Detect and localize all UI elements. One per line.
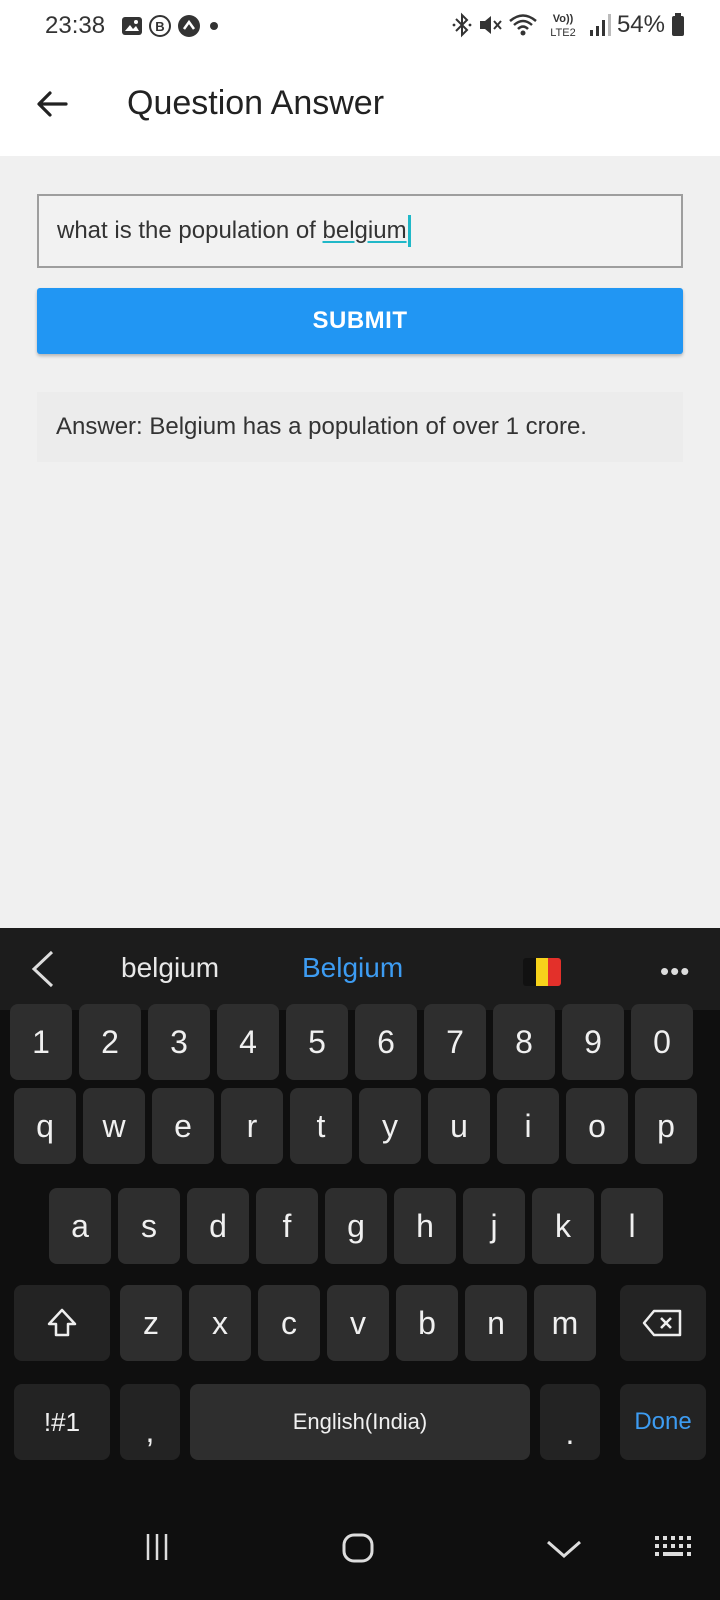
back-button[interactable] — [30, 82, 74, 126]
done-key[interactable]: Done — [620, 1384, 706, 1460]
shift-key[interactable] — [14, 1285, 110, 1361]
battery-icon — [670, 12, 686, 38]
key-u[interactable]: u — [428, 1088, 490, 1164]
key-i[interactable]: i — [497, 1088, 559, 1164]
key-e[interactable]: e — [152, 1088, 214, 1164]
key-m[interactable]: m — [534, 1285, 596, 1361]
more-options-icon[interactable]: ••• — [660, 956, 690, 987]
answer-text: Answer: Belgium has a population of over… — [37, 392, 683, 462]
bluetooth-icon — [452, 12, 472, 38]
question-input-value: what is the population of — [57, 217, 323, 244]
key-5[interactable]: 5 — [286, 1004, 348, 1080]
key-n[interactable]: n — [465, 1285, 527, 1361]
key-6[interactable]: 6 — [355, 1004, 417, 1080]
text-caret — [407, 215, 411, 247]
key-2[interactable]: 2 — [79, 1004, 141, 1080]
suggestion-lowercase[interactable]: belgium — [121, 952, 219, 984]
key-f[interactable]: f — [256, 1188, 318, 1264]
status-right-icons: Vo)) LTE2 54% — [452, 10, 686, 40]
key-y[interactable]: y — [359, 1088, 421, 1164]
svg-text:LTE2: LTE2 — [550, 27, 575, 39]
shift-icon — [47, 1308, 77, 1337]
key-v[interactable]: v — [327, 1285, 389, 1361]
submit-button[interactable]: SUBMIT — [37, 288, 683, 354]
key-j[interactable]: j — [463, 1188, 525, 1264]
key-0[interactable]: 0 — [631, 1004, 693, 1080]
status-left-icons: B — [121, 14, 222, 38]
status-bar: 23:38 B Vo)) LTE2 54% — [0, 0, 720, 52]
volte-icon: Vo)) LTE2 — [543, 10, 583, 40]
key-a[interactable]: a — [49, 1188, 111, 1264]
key-q[interactable]: q — [14, 1088, 76, 1164]
key-7[interactable]: 7 — [424, 1004, 486, 1080]
key-l[interactable]: l — [601, 1188, 663, 1264]
status-time: 23:38 — [45, 12, 106, 39]
question-input-composing: belgium — [322, 217, 407, 244]
suggestion-capitalized[interactable]: Belgium — [302, 952, 403, 984]
period-key[interactable]: . — [540, 1384, 600, 1460]
suggestion-bar: belgium Belgium ••• — [0, 928, 720, 1010]
key-k[interactable]: k — [532, 1188, 594, 1264]
symbols-key[interactable]: !#1 — [14, 1384, 110, 1460]
key-1[interactable]: 1 — [10, 1004, 72, 1080]
key-z[interactable]: z — [120, 1285, 182, 1361]
chevron-left-icon[interactable] — [26, 948, 62, 990]
key-b[interactable]: b — [396, 1285, 458, 1361]
backspace-icon — [642, 1309, 682, 1337]
b-badge-icon: B — [148, 14, 172, 38]
key-s[interactable]: s — [118, 1188, 180, 1264]
space-key[interactable]: English(India) — [190, 1384, 530, 1460]
wifi-icon — [508, 12, 538, 38]
home-icon — [342, 1533, 374, 1563]
key-3[interactable]: 3 — [148, 1004, 210, 1080]
key-4[interactable]: 4 — [217, 1004, 279, 1080]
question-input[interactable]: what is the population of belgium — [37, 194, 683, 268]
key-t[interactable]: t — [290, 1088, 352, 1164]
backspace-key[interactable] — [620, 1285, 706, 1361]
back-chevron-icon — [547, 1540, 581, 1558]
key-g[interactable]: g — [325, 1188, 387, 1264]
belgium-flag-emoji-suggestion[interactable] — [523, 958, 561, 986]
gallery-icon — [121, 15, 143, 37]
battery-percent: 54% — [616, 11, 665, 38]
dot-icon — [206, 18, 222, 34]
key-x[interactable]: x — [189, 1285, 251, 1361]
signal-icon — [588, 12, 612, 38]
app-bar: Question Answer — [0, 52, 720, 156]
key-9[interactable]: 9 — [562, 1004, 624, 1080]
main-content: what is the population of belgium SUBMIT… — [0, 156, 720, 928]
arrow-left-icon — [37, 91, 68, 117]
key-o[interactable]: o — [566, 1088, 628, 1164]
key-r[interactable]: r — [221, 1088, 283, 1164]
comma-key[interactable]: , — [120, 1384, 180, 1460]
keyboard-grid-icon — [655, 1536, 691, 1556]
navigation-bar — [0, 1500, 720, 1600]
back-nav-button[interactable] — [544, 1530, 584, 1566]
page-title: Question Answer — [127, 84, 385, 122]
key-8[interactable]: 8 — [493, 1004, 555, 1080]
chevron-up-badge-icon — [177, 14, 201, 38]
key-w[interactable]: w — [83, 1088, 145, 1164]
recents-button[interactable] — [140, 1530, 174, 1564]
svg-text:Vo)): Vo)) — [553, 13, 574, 25]
mute-icon — [477, 12, 503, 38]
home-button[interactable] — [340, 1530, 376, 1566]
key-d[interactable]: d — [187, 1188, 249, 1264]
keyboard-switch-button[interactable] — [652, 1530, 692, 1566]
key-h[interactable]: h — [394, 1188, 456, 1264]
key-p[interactable]: p — [635, 1088, 697, 1164]
recents-icon — [146, 1534, 168, 1560]
svg-text:B: B — [155, 19, 164, 34]
key-c[interactable]: c — [258, 1285, 320, 1361]
